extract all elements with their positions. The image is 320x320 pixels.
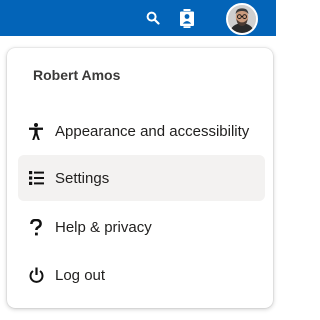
accessibility-icon	[27, 122, 45, 140]
window-edge	[276, 0, 282, 320]
menu-item-appearance-accessibility[interactable]: Appearance and accessibility	[18, 108, 265, 154]
avatar-photo	[228, 5, 256, 33]
menu-item-settings[interactable]: Settings	[18, 155, 265, 201]
account-menu: Robert Amos Appearance and accessibility…	[7, 48, 273, 308]
account-user-name: Robert Amos	[33, 67, 121, 83]
settings-list-icon	[27, 169, 45, 187]
search-button[interactable]	[143, 8, 163, 28]
menu-item-label: Appearance and accessibility	[55, 122, 250, 140]
menu-item-help-privacy[interactable]: Help & privacy	[18, 204, 265, 250]
menu-item-label: Log out	[55, 266, 106, 284]
power-icon	[27, 266, 45, 284]
menu-item-label: Help & privacy	[55, 218, 152, 236]
top-app-bar	[0, 0, 276, 36]
menu-item-label: Settings	[55, 169, 110, 187]
question-mark-icon	[27, 218, 45, 236]
contact-card-icon	[180, 8, 194, 28]
contacts-button[interactable]	[176, 6, 198, 30]
search-icon	[146, 11, 160, 25]
menu-item-log-out[interactable]: Log out	[18, 252, 265, 298]
user-avatar[interactable]	[226, 3, 258, 35]
